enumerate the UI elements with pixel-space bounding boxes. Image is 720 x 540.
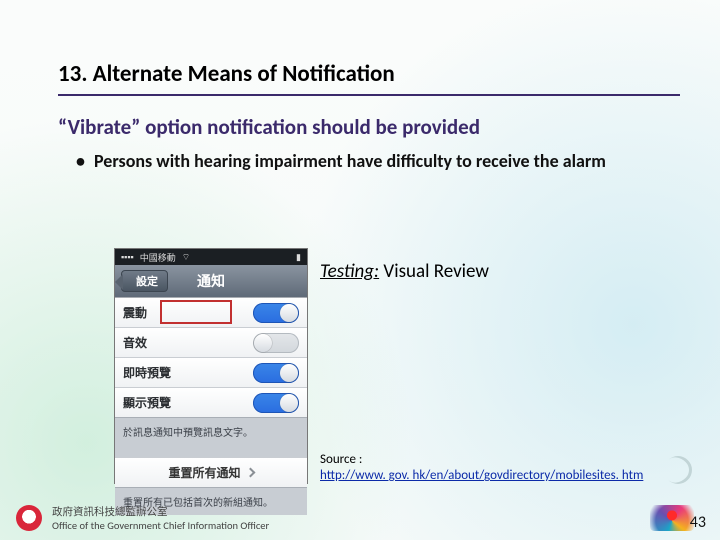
brand-hk-icon <box>650 505 694 531</box>
toggle-off-icon[interactable] <box>253 333 299 353</box>
source-block: Source : http://www. gov. hk/en/about/go… <box>320 452 643 485</box>
gov-crest-icon <box>16 505 42 531</box>
office-zh: 政府資訊科技總監辦公室 <box>52 504 269 519</box>
slide: 13. Alternate Means of Notification “Vib… <box>0 0 720 540</box>
settings-row-showpreview[interactable]: 顯示預覽 <box>115 387 307 417</box>
spacer <box>115 445 307 457</box>
row-label: 音效 <box>123 334 147 351</box>
row-label: 顯示預覽 <box>123 394 171 411</box>
page-number: 43 <box>690 513 706 532</box>
signal-icon: ▪▪▪▪ <box>121 252 134 263</box>
back-label: 設定 <box>136 273 158 289</box>
broadcast-icon <box>664 456 692 484</box>
content-area: 13. Alternate Means of Notification “Vib… <box>58 60 680 173</box>
carrier-label: 中國移動 <box>140 251 176 264</box>
reset-label: 重置所有通知 <box>168 464 240 481</box>
testing-label: Testing: <box>320 260 379 283</box>
bullet-list: Persons with hearing impairment have dif… <box>58 150 680 173</box>
settings-note: 於訊息通知中預覽訊息文字。 <box>115 417 307 445</box>
office-name: 政府資訊科技總監辦公室 Office of the Government Chi… <box>52 504 269 532</box>
reset-row[interactable]: 重置所有通知 <box>115 457 307 487</box>
toggle-on-icon[interactable] <box>253 303 299 323</box>
row-label: 即時預覽 <box>123 364 171 381</box>
testing-line: Testing: Visual Review <box>320 260 489 283</box>
footer: 政府資訊科技總監辦公室 Office of the Government Chi… <box>0 496 720 540</box>
phone-status-bar: ▪▪▪▪ 中國移動 ⌔ ▮ <box>115 249 307 265</box>
source-link[interactable]: http://www. gov. hk/en/about/govdirector… <box>320 468 643 483</box>
phone-nav-bar: 設定 通知 <box>115 265 307 297</box>
source-label: Source : <box>320 452 362 467</box>
slide-title: 13. Alternate Means of Notification <box>58 60 680 88</box>
battery-icon: ▮ <box>296 252 301 263</box>
nav-title: 通知 <box>197 271 225 291</box>
bullet-item: Persons with hearing impairment have dif… <box>80 150 680 173</box>
toggle-on-icon[interactable] <box>253 363 299 383</box>
office-en: Office of the Government Chief Informati… <box>52 519 269 532</box>
subtitle: “Vibrate” option notification should be … <box>58 114 680 140</box>
back-button[interactable]: 設定 <box>121 270 168 292</box>
phone-screenshot: ▪▪▪▪ 中國移動 ⌔ ▮ 設定 通知 震動 音效 即時預覽 顯示預覽 於訊息通… <box>114 248 308 484</box>
row-label: 震動 <box>123 304 147 321</box>
title-divider <box>58 94 680 96</box>
toggle-on-icon[interactable] <box>253 393 299 413</box>
testing-value: Visual Review <box>383 260 489 283</box>
highlight-box <box>160 300 232 324</box>
chevron-right-icon <box>245 468 255 478</box>
settings-row-sound[interactable]: 音效 <box>115 327 307 357</box>
settings-row-preview[interactable]: 即時預覽 <box>115 357 307 387</box>
wifi-icon: ⌔ <box>182 252 190 263</box>
